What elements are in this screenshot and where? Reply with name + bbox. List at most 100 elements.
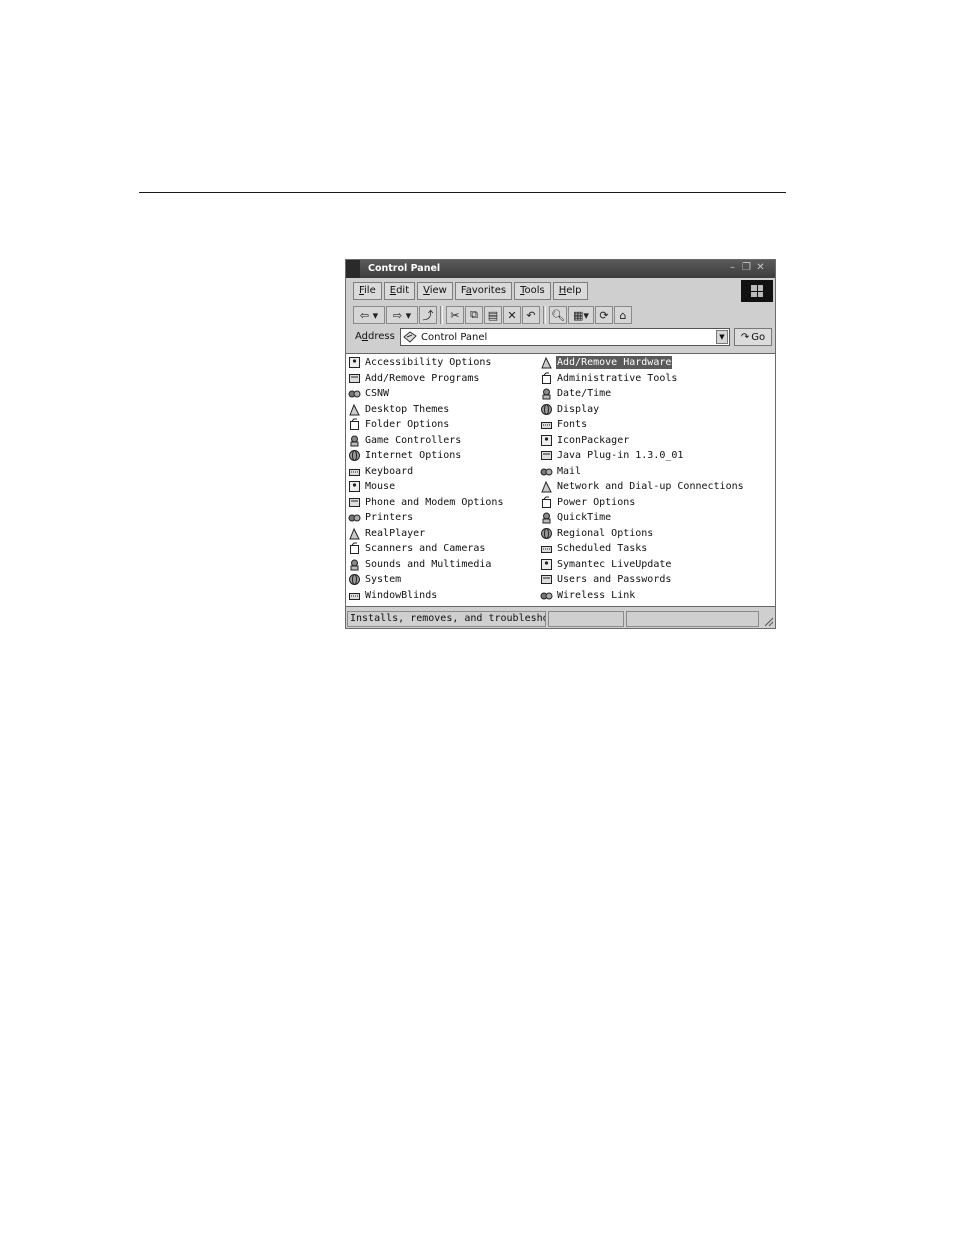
regional-options-icon [541,527,552,539]
cp-item-label: Date/Time [557,388,612,400]
cp-item-java-plug-in-1-3-0-01[interactable]: Java Plug-in 1.3.0_01 [540,448,684,464]
magnifier-icon: 🔍︎ [551,308,565,322]
cp-item-system[interactable]: System [348,572,402,588]
cp-item-csnw[interactable]: CSNW [348,386,390,402]
title-bar[interactable]: Control Panel – ❐ ✕ [346,260,775,278]
cp-item-label: Users and Passwords [557,574,672,586]
desktop-themes-icon [349,403,360,416]
cp-item-label: Phone and Modem Options [365,496,504,508]
cp-item-label: WindowBlinds [365,589,438,601]
cp-item-iconpackager[interactable]: IconPackager [540,433,630,449]
accessibility-options-icon [349,357,360,369]
up-folder-button[interactable]: ⤴ [419,306,437,324]
cp-item-symantec-liveupdate[interactable]: Symantec LiveUpdate [540,557,672,573]
cp-item-label: System [365,574,402,586]
iconpackager-icon [541,434,552,446]
cp-item-label: CSNW [365,388,390,400]
address-dropdown-button[interactable]: ▼ [716,330,728,344]
cut-button[interactable]: ✂ [446,306,464,324]
views-button[interactable]: ▦▾ [568,306,594,324]
cp-item-internet-options[interactable]: Internet Options [348,448,462,464]
cp-item-mail[interactable]: Mail [540,464,582,480]
cp-item-display[interactable]: Display [540,402,600,418]
cp-item-quicktime[interactable]: QuickTime [540,510,612,526]
cp-item-realplayer[interactable]: RealPlayer [348,526,426,542]
paste-button[interactable]: ▤ [484,306,502,324]
cp-item-printers[interactable]: Printers [348,510,414,526]
title-grip [346,260,360,278]
search-button[interactable]: 🔍︎ [549,306,567,324]
control-panel-list[interactable]: Accessibility Options Add/Remove Programs… [346,353,775,607]
toolbar-separator [440,306,443,324]
cp-item-label: Scheduled Tasks [557,543,648,555]
menu-edit[interactable]: Edit [383,282,416,300]
close-icon[interactable]: ✕ [756,262,765,274]
undo-button[interactable]: ↶ [522,306,540,324]
cp-item-folder-options[interactable]: Folder Options [348,417,450,433]
forward-button[interactable]: ⇨ ▾ [386,306,418,324]
menu-favorites[interactable]: Favorites [454,282,513,300]
go-button[interactable]: ↷ Go [734,328,772,346]
window-title: Control Panel [368,263,441,274]
minimize-icon[interactable]: – [728,262,737,274]
scissors-icon: ✂ [450,308,460,322]
page-rule [139,192,786,193]
menu-tools[interactable]: Tools [514,282,551,300]
cp-item-label: Accessibility Options [365,357,492,369]
restore-icon[interactable]: ❐ [742,262,751,274]
administrative-tools-icon [542,372,551,384]
menu-help[interactable]: Help [552,282,588,300]
add-remove-hardware-icon [541,357,552,369]
history-button[interactable]: ⟳ [595,306,613,324]
cp-item-game-controllers[interactable]: Game Controllers [348,433,462,449]
power-options-icon [542,496,551,508]
views-grid-icon: ▦▾ [573,308,589,322]
cp-item-mouse[interactable]: Mouse [348,479,396,495]
network-and-dial-up-connections-icon [541,481,552,493]
realplayer-icon [349,527,360,540]
resize-grip-icon[interactable] [762,615,774,627]
cp-item-users-and-passwords[interactable]: Users and Passwords [540,572,672,588]
menu-view[interactable]: View [417,282,453,300]
cp-item-power-options[interactable]: Power Options [540,495,636,511]
menu-bar: File Edit View Favorites Tools Help [353,282,588,300]
delete-x-icon: ✕ [507,308,517,322]
cp-item-regional-options[interactable]: Regional Options [540,526,654,542]
cp-item-sounds-and-multimedia[interactable]: Sounds and Multimedia [348,557,492,573]
cp-item-add-remove-hardware[interactable]: Add/Remove Hardware [540,355,673,371]
address-input[interactable]: Control Panel ▼ [400,328,730,346]
cp-item-label: QuickTime [557,512,612,524]
windowblinds-icon [349,592,360,600]
cp-item-phone-and-modem-options[interactable]: Phone and Modem Options [348,495,504,511]
cp-item-scanners-and-cameras[interactable]: Scanners and Cameras [348,541,486,557]
back-button[interactable]: ⇦ ▾ [353,306,385,324]
status-pane-3 [626,611,759,627]
cp-item-network-and-dial-up-connections[interactable]: Network and Dial-up Connections [540,479,745,495]
back-arrow-icon: ⇦ ▾ [359,308,379,322]
cp-item-wireless-link[interactable]: Wireless Link [540,588,636,604]
delete-button[interactable]: ✕ [503,306,521,324]
system-icon [349,574,360,586]
keyboard-icon [349,468,360,476]
cp-item-label: Mouse [365,481,396,493]
cp-item-keyboard[interactable]: Keyboard [348,464,414,480]
internet-options-icon [349,450,360,462]
properties-button[interactable]: ⌂ [614,306,632,324]
go-label: Go [751,331,766,343]
quicktime-icon [542,512,551,524]
cp-item-label: Mail [557,465,582,477]
cp-item-fonts[interactable]: Fonts [540,417,588,433]
menu-file[interactable]: File [353,282,382,300]
cp-item-label: Administrative Tools [557,372,678,384]
cp-item-windowblinds[interactable]: WindowBlinds [348,588,438,604]
cp-item-administrative-tools[interactable]: Administrative Tools [540,371,678,387]
cp-item-desktop-themes[interactable]: Desktop Themes [348,402,450,418]
copy-button[interactable]: ⧉ [465,306,483,324]
cp-item-add-remove-programs[interactable]: Add/Remove Programs [348,371,480,387]
cp-item-label: Folder Options [365,419,450,431]
cp-item-date-time[interactable]: Date/Time [540,386,612,402]
cp-item-scheduled-tasks[interactable]: Scheduled Tasks [540,541,648,557]
phone-and-modem-options-icon [349,497,360,507]
cp-item-label: Fonts [557,419,588,431]
cp-item-accessibility-options[interactable]: Accessibility Options [348,355,492,371]
